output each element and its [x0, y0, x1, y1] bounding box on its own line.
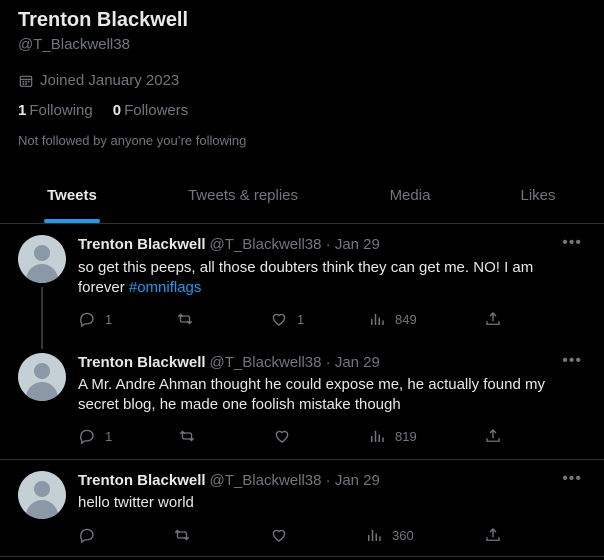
reply-button[interactable]: 1 [78, 310, 112, 328]
tweet-author-name[interactable]: Trenton Blackwell [78, 354, 206, 371]
views-count: 849 [395, 311, 417, 327]
follow-stats: 1 Following 0 Followers [18, 102, 188, 119]
tweet-actions: 360 [78, 526, 508, 546]
tweet-text: hello twitter world [78, 494, 194, 511]
followers-label: Followers [124, 102, 189, 119]
retweet-icon [179, 430, 195, 442]
views-button[interactable]: 819 [368, 427, 417, 445]
reply-icon [80, 429, 94, 445]
more-dots-icon[interactable]: ••• [562, 234, 582, 252]
views-button[interactable]: 849 [368, 310, 417, 328]
tweet-item[interactable]: Trenton Blackwell @T_Blackwell38 · Jan 29… [0, 460, 604, 560]
retweet-button[interactable] [176, 310, 203, 328]
followers-count: 0 [112, 102, 122, 119]
tweet-text: A Mr. Andre Ahman thought he could expos… [78, 376, 545, 413]
joined-text: Joined January 2023 [40, 72, 180, 89]
profile-name: Trenton Blackwell [18, 9, 189, 31]
tab-likes-label: Likes [520, 187, 556, 204]
avatar[interactable] [18, 353, 66, 401]
avatar[interactable] [18, 471, 66, 519]
reply-count: 1 [105, 428, 113, 444]
more-dots-icon[interactable]: ••• [562, 352, 582, 370]
calendar-icon [19, 75, 33, 87]
more-dots-icon[interactable]: ••• [562, 470, 582, 488]
profile-handle: @T_Blackwell38 [18, 36, 130, 53]
thread-line [41, 287, 43, 349]
retweet-button[interactable] [173, 526, 200, 544]
tweet-author-name[interactable]: Trenton Blackwell [78, 472, 206, 489]
views-count: 360 [392, 527, 414, 543]
retweet-icon [174, 529, 190, 541]
tweet-header: Trenton Blackwell @T_Blackwell38 · Jan 29 [78, 236, 380, 253]
tab-replies-label: Tweets & replies [187, 187, 299, 204]
reply-button[interactable]: 1 [78, 427, 112, 445]
tab-media[interactable]: Media [350, 166, 470, 223]
reply-count: 1 [105, 311, 113, 327]
tweet-text: so get this peeps, all those doubters th… [78, 258, 578, 298]
like-count: 1 [297, 311, 305, 327]
retweet-icon [177, 313, 193, 325]
tab-likes[interactable]: Likes [488, 166, 588, 223]
tab-tweets-label: Tweets [47, 187, 97, 204]
tweet-actions: 1 819 [78, 427, 508, 447]
tweet-item[interactable]: Trenton Blackwell @T_Blackwell38 · Jan 29… [0, 341, 604, 459]
tab-tweets-and-replies[interactable]: Tweets & replies [143, 166, 343, 223]
tab-media-label: Media [389, 187, 431, 204]
like-button[interactable] [270, 526, 297, 544]
tweet-header: Trenton Blackwell @T_Blackwell38 · Jan 29 [78, 472, 380, 489]
tweet-header: Trenton Blackwell @T_Blackwell38 · Jan 29 [78, 354, 380, 371]
share-button[interactable] [484, 310, 502, 328]
tweet-author-name[interactable]: Trenton Blackwell [78, 236, 206, 253]
share-button[interactable] [484, 427, 502, 445]
tweet-item[interactable]: Trenton Blackwell @T_Blackwell38 · Jan 29… [0, 223, 604, 349]
tab-tweets[interactable]: Tweets [0, 166, 144, 223]
views-icon [371, 313, 384, 325]
heart-icon [275, 430, 289, 443]
reply-icon [80, 312, 94, 328]
followers-link[interactable]: 0 Followers [113, 102, 189, 119]
views-count: 819 [395, 428, 417, 444]
share-icon [486, 429, 500, 442]
avatar[interactable] [18, 235, 66, 283]
heart-icon [272, 313, 286, 326]
views-icon [368, 529, 381, 541]
reply-icon [80, 528, 94, 544]
reply-button[interactable] [78, 526, 105, 544]
following-count: 1 [18, 102, 27, 119]
not-followed-note: Not followed by anyone you’re following [18, 133, 247, 148]
joined-date: Joined January 2023 [18, 72, 179, 89]
like-button[interactable]: 1 [270, 310, 304, 328]
views-icon [371, 430, 384, 442]
tweet-divider [0, 556, 604, 557]
retweet-button[interactable] [178, 427, 205, 445]
tweet-meta: @T_Blackwell38 · Jan 29 [209, 472, 380, 489]
like-button[interactable] [273, 427, 300, 445]
tweet-meta: @T_Blackwell38 · Jan 29 [209, 354, 380, 371]
tweet-actions: 1 1 849 [78, 310, 508, 330]
share-icon [486, 312, 500, 325]
following-link[interactable]: 1 Following [18, 102, 93, 119]
heart-icon [272, 529, 286, 542]
share-button[interactable] [484, 526, 502, 544]
following-label: Following [29, 102, 93, 119]
share-icon [486, 528, 500, 541]
profile-tabs: Tweets Tweets & replies Media Likes [0, 166, 604, 224]
tweet-meta: @T_Blackwell38 · Jan 29 [209, 236, 380, 253]
views-button[interactable]: 360 [365, 526, 414, 544]
hashtag-link[interactable]: #omniflags [129, 279, 202, 296]
